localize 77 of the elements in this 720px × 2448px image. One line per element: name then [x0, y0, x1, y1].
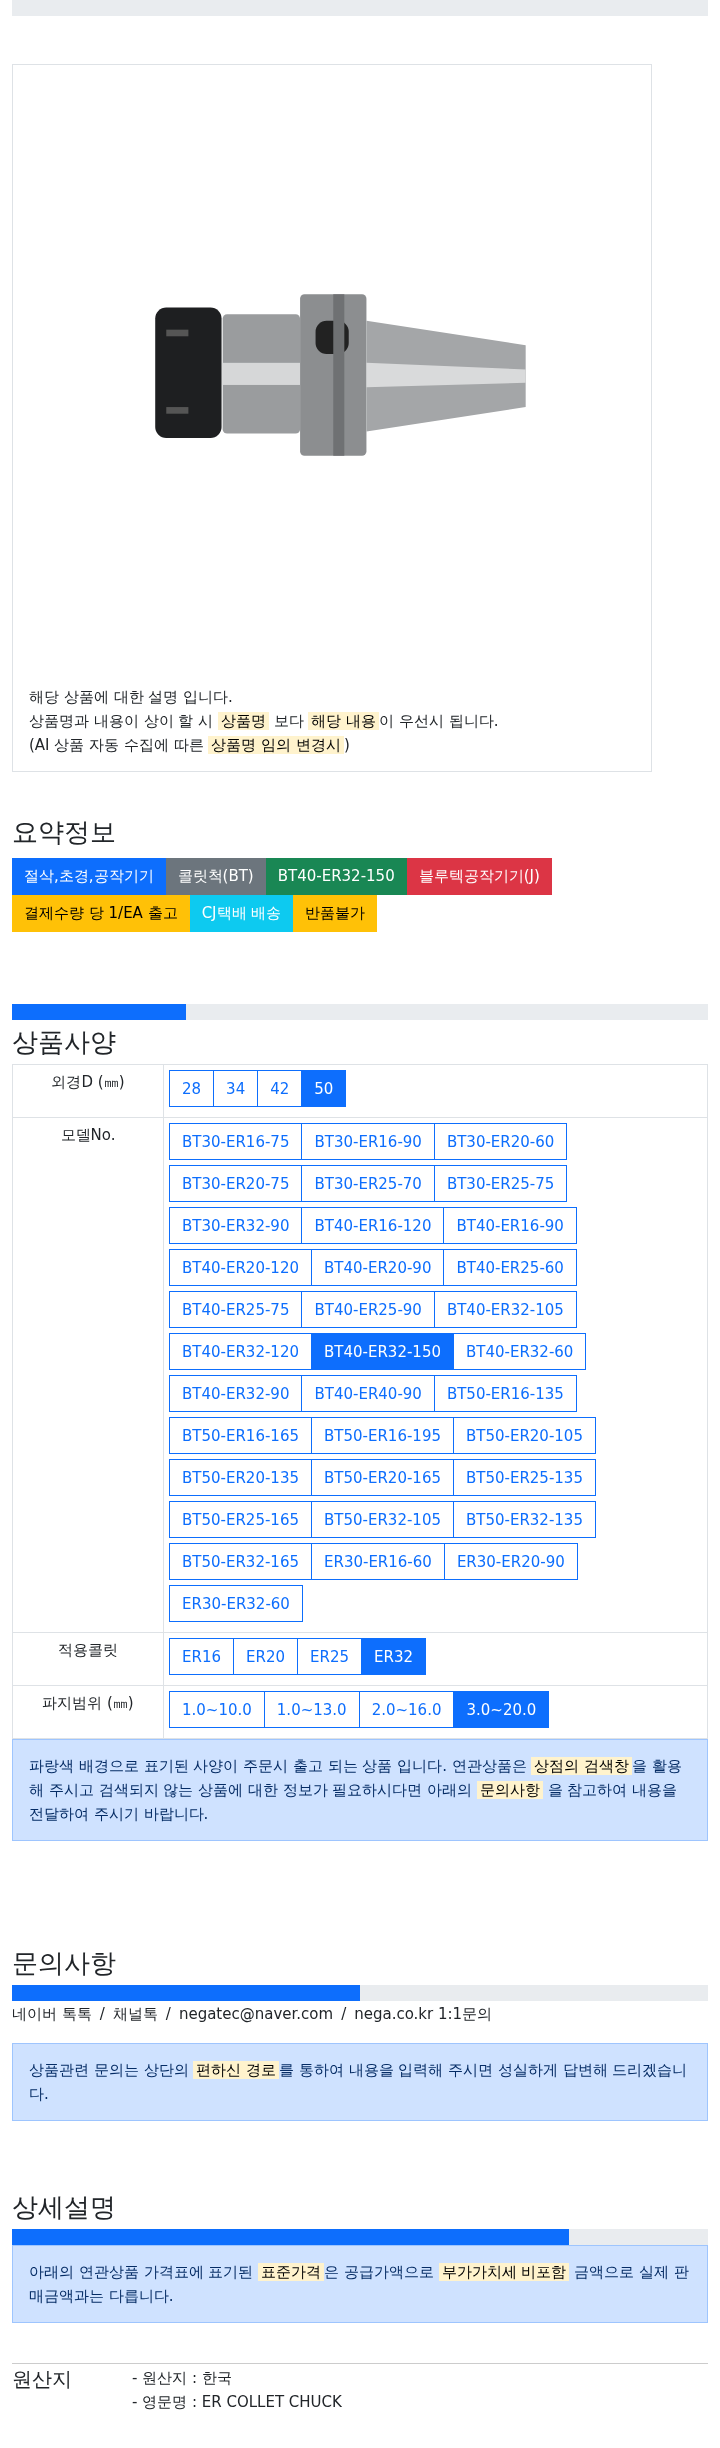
option-button[interactable]: 2.0~16.0: [358, 1691, 455, 1728]
spec-label: 적용콜릿: [12, 1632, 164, 1686]
info-notice: 아래의 연관상품 가격표에 표기된 표준가격 은 공급가액으로 부가가치세 비포함 금액으로 실제 판매금액과는 다릅니다.: [12, 2245, 708, 2323]
option-button[interactable]: 3.0~20.0: [453, 1691, 550, 1728]
option-button[interactable]: BT30-ER20-75: [169, 1165, 303, 1202]
option-button[interactable]: 34: [213, 1070, 259, 1107]
separator: /: [99, 2004, 105, 2025]
option-button[interactable]: ER32: [361, 1638, 426, 1675]
option-button[interactable]: BT30-ER32-90: [169, 1207, 303, 1244]
option-button[interactable]: ER30-ER32-60: [169, 1585, 303, 1622]
section-title: 상세설명: [12, 2191, 117, 2224]
option-button[interactable]: BT50-ER32-105: [311, 1501, 454, 1538]
info-notice: 파랑색 배경으로 표기된 사양이 주문시 출고 되는 상품 입니다. 연관상품은 상점의 검색창 을 활용해 주시고 검색되지 않는 상품에 대한 정보가 필요하시다면 아래의 문의사항 을 참고하여 내용을 전달하여 주시기 바랍니다.: [12, 1739, 708, 1841]
contact-link[interactable]: nega.co.kr 1:1문의: [354, 2003, 493, 2025]
option-button[interactable]: BT40-ER32-120: [169, 1333, 312, 1370]
option-button[interactable]: BT40-ER16-90: [443, 1207, 577, 1244]
separator: /: [341, 2004, 347, 2025]
tag: 결제수량 당 1/EA 출고: [12, 895, 190, 932]
option-button[interactable]: BT50-ER32-135: [452, 1501, 596, 1538]
option-button[interactable]: BT30-ER25-70: [301, 1165, 435, 1202]
option-button[interactable]: 1.0~13.0: [263, 1691, 360, 1728]
option-button[interactable]: ER16: [169, 1638, 234, 1675]
option-button[interactable]: BT40-ER25-90: [301, 1291, 435, 1328]
tag: 반품불가: [293, 895, 378, 932]
option-button[interactable]: BT40-ER32-105: [433, 1291, 577, 1328]
origin-text: - 원산지 : 한국: [132, 2368, 233, 2389]
description-text: (AI 상품 자동 수집에 따른 상품명 임의 변경시 ): [29, 735, 351, 756]
option-button[interactable]: 1.0~10.0: [169, 1691, 265, 1728]
option-button[interactable]: BT50-ER20-105: [452, 1417, 596, 1454]
option-button[interactable]: BT50-ER25-165: [169, 1501, 312, 1538]
option-button[interactable]: BT50-ER25-135: [452, 1459, 596, 1496]
option-button[interactable]: BT40-ER25-60: [443, 1249, 577, 1286]
section-title: 문의사항: [12, 1947, 117, 1980]
option-button[interactable]: BT30-ER25-75: [433, 1165, 568, 1202]
spec-label: 파지범위 (㎜): [12, 1685, 164, 1739]
tag: 콜릿척(BT): [165, 858, 266, 895]
option-button[interactable]: 50: [301, 1070, 347, 1107]
option-button[interactable]: BT40-ER32-90: [169, 1375, 303, 1412]
contact-link[interactable]: negatec@naver.com: [178, 2003, 334, 2025]
option-button[interactable]: BT50-ER16-135: [433, 1375, 577, 1412]
option-button[interactable]: BT40-ER16-120: [301, 1207, 445, 1244]
contact-link[interactable]: 채널톡: [112, 2003, 158, 2025]
tag: CJ택배 배송: [189, 895, 294, 932]
option-button[interactable]: BT50-ER20-135: [169, 1459, 312, 1496]
description-text: 해당 상품에 대한 설명 입니다.: [29, 687, 234, 708]
option-button[interactable]: BT40-ER32-150: [311, 1333, 454, 1370]
section-title: 상품사양: [12, 1026, 117, 1059]
origin-text: - 영문명 : ER COLLET CHUCK: [132, 2392, 342, 2413]
section-title: 요약정보: [12, 816, 117, 849]
option-button[interactable]: BT50-ER16-195: [311, 1417, 454, 1454]
tag: 블루텍공작기기(J): [406, 858, 552, 895]
separator: /: [165, 2004, 171, 2025]
option-button[interactable]: BT30-ER20-60: [433, 1123, 568, 1160]
origin-label: 원산지: [12, 2366, 73, 2393]
option-button[interactable]: BT30-ER16-90: [301, 1123, 435, 1160]
option-button[interactable]: BT40-ER20-120: [169, 1249, 312, 1286]
option-button[interactable]: ER30-ER20-90: [443, 1543, 578, 1580]
option-button[interactable]: BT50-ER20-165: [311, 1459, 454, 1496]
option-button[interactable]: 28: [169, 1070, 215, 1107]
spec-label: 외경D (㎜): [12, 1064, 164, 1118]
tag: BT40-ER32-150: [265, 858, 407, 895]
option-button[interactable]: BT50-ER16-165: [169, 1417, 312, 1454]
option-button[interactable]: ER20: [233, 1638, 298, 1675]
option-button[interactable]: BT40-ER20-90: [311, 1249, 445, 1286]
option-button[interactable]: ER30-ER16-60: [311, 1543, 445, 1580]
option-button[interactable]: BT50-ER32-165: [169, 1543, 312, 1580]
option-button[interactable]: ER25: [297, 1638, 362, 1675]
option-button[interactable]: BT40-ER40-90: [301, 1375, 435, 1412]
description-text: 상품명과 내용이 상이 할 시 상품명 보다 해당 내용 이 우선시 됩니다.: [29, 711, 500, 732]
info-notice: 상품관련 문의는 상단의 편하신 경로 를 통하여 내용을 입력해 주시면 성실하게 답변해 드리겠습니다.: [12, 2043, 708, 2121]
spec-label: 모델No.: [12, 1117, 164, 1633]
option-button[interactable]: BT40-ER32-60: [452, 1333, 587, 1370]
option-button[interactable]: BT30-ER16-75: [169, 1123, 303, 1160]
option-button[interactable]: 42: [257, 1070, 303, 1107]
option-button[interactable]: BT40-ER25-75: [169, 1291, 303, 1328]
tag: 절삭,초경,공작기기: [12, 858, 166, 895]
contact-link[interactable]: 네이버 톡톡: [12, 2003, 92, 2025]
